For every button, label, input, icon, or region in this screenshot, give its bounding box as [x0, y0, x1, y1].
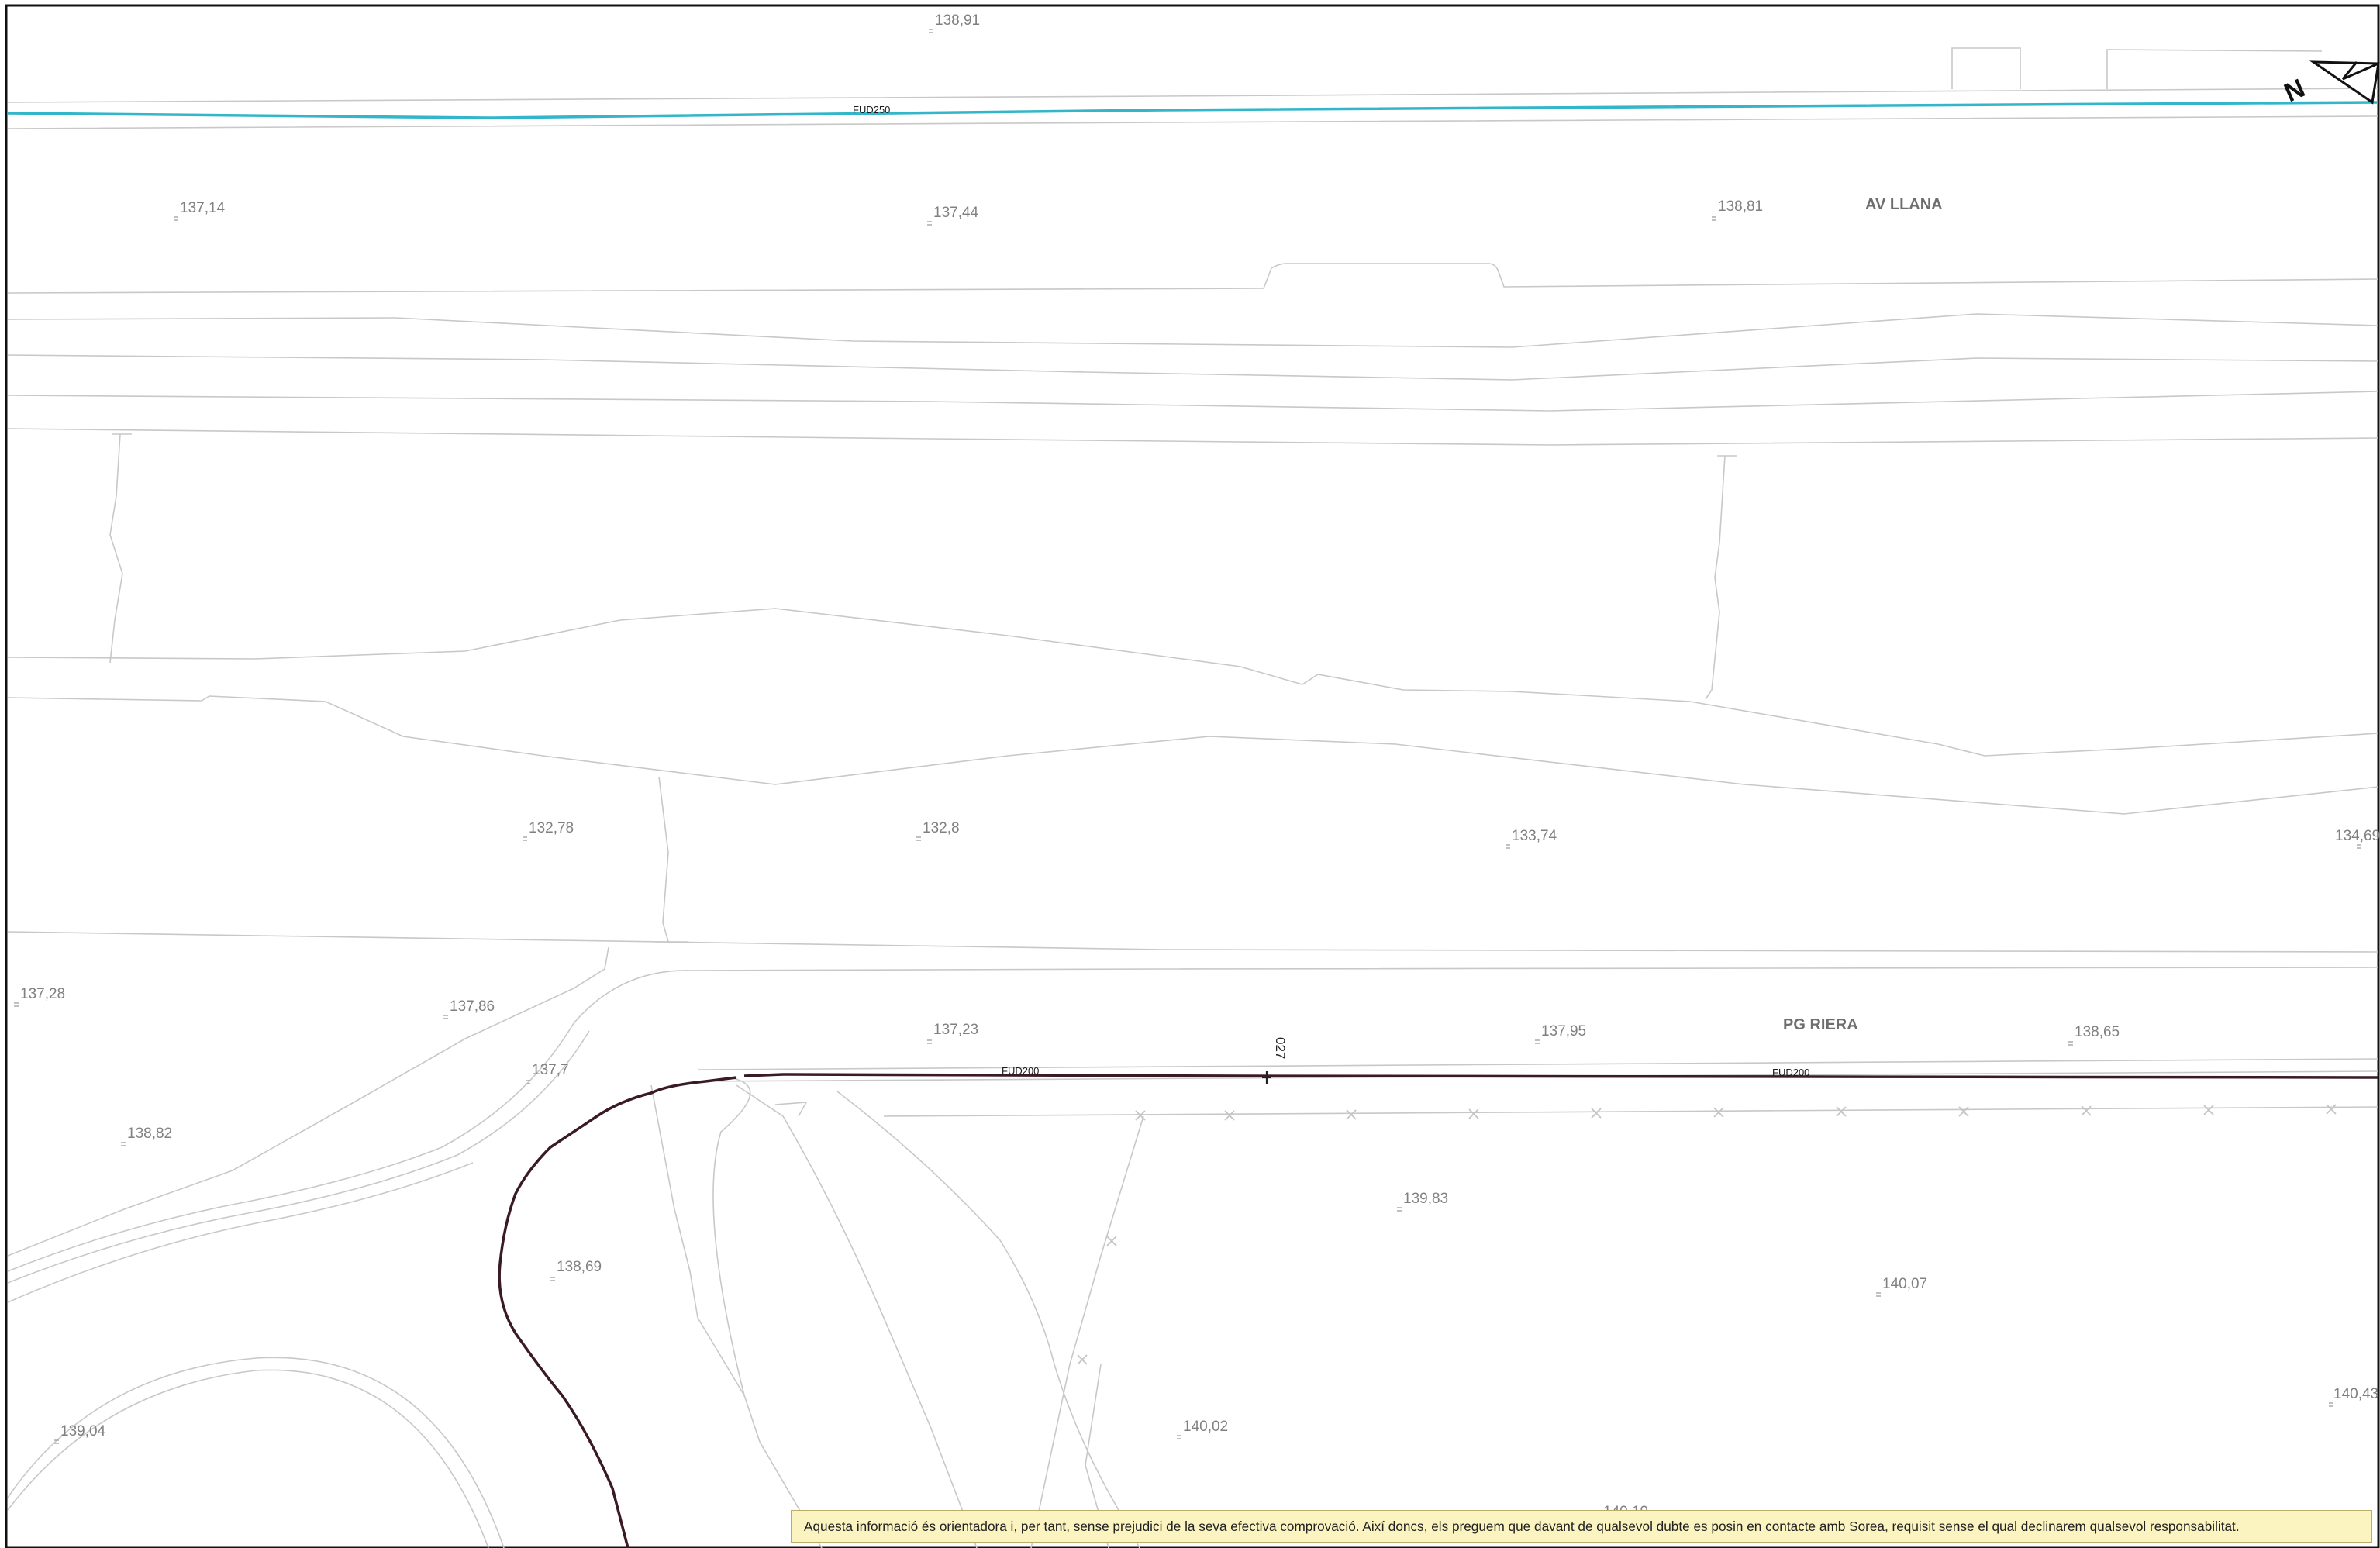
- spot-height: 137,86: [450, 998, 495, 1015]
- road-edge: [7, 1162, 474, 1303]
- street-name-pg-riera: PG RIERA: [1783, 1016, 1858, 1033]
- path-edge: [836, 1091, 1140, 1548]
- spot-height: 140,02: [1183, 1419, 1228, 1435]
- road-edge: [689, 967, 2379, 971]
- fence-crosses: [1077, 1104, 2337, 1365]
- road-edge: [7, 428, 2379, 446]
- spot-markers: [14, 29, 2361, 1444]
- spot-height: 137,7: [532, 1062, 569, 1078]
- spot-height: 138,91: [935, 12, 980, 29]
- path-edge: [1705, 455, 1726, 700]
- road-edge: [7, 391, 2379, 412]
- spot-height: 138,81: [1718, 198, 1763, 215]
- roundabout-edge: [7, 1357, 505, 1548]
- valve-label: 027: [1273, 1037, 1288, 1059]
- building-outline: [1951, 47, 2021, 89]
- path-edge: [650, 1084, 745, 1396]
- spot-height: 137,23: [933, 1022, 978, 1038]
- river-edge: [7, 695, 2379, 815]
- road-edge: [697, 1058, 2379, 1070]
- valve-icon[interactable]: [1262, 1071, 1271, 1084]
- pipe-fud200-curve[interactable]: [498, 1076, 737, 1548]
- water-main-fud250[interactable]: [7, 101, 2379, 119]
- road-edge: [7, 313, 2379, 348]
- spot-height: 139,04: [60, 1423, 106, 1439]
- spot-height: 132,78: [529, 820, 574, 836]
- fence-line: [1030, 1115, 1144, 1548]
- map-svg[interactable]: 027 N 138,91 137,14 137,44 138,81 132,78…: [0, 0, 2380, 1548]
- road-edge: [7, 946, 609, 1257]
- spot-height: 140,07: [1882, 1276, 1927, 1292]
- pipe-label-fud200: FUD200: [1002, 1065, 1039, 1077]
- path-edge: [109, 433, 123, 664]
- spot-height: 137,44: [933, 205, 979, 221]
- spot-height: 138,65: [2075, 1024, 2120, 1040]
- spot-height: 138,82: [127, 1126, 172, 1142]
- spot-height: 140,43: [2333, 1386, 2378, 1402]
- disclaimer-notice: Aquesta informació és orientadora i, per…: [791, 1510, 2372, 1543]
- spot-height: 137,95: [1541, 1023, 1586, 1039]
- road-edge: [7, 931, 2379, 953]
- road-edge: [7, 88, 2379, 103]
- spot-height: 137,14: [180, 200, 226, 216]
- spot-height: 133,74: [1512, 828, 1557, 844]
- road-edge: [7, 115, 2379, 129]
- street-name-av-llana: AV LLANA: [1865, 196, 1943, 213]
- spot-height: 132,8: [923, 820, 960, 836]
- spot-height: 138,69: [557, 1259, 602, 1275]
- spot-height: 134,69: [2335, 828, 2380, 844]
- road-edge: [7, 263, 2379, 294]
- pipe-label-fud200: FUD200: [1772, 1067, 1809, 1078]
- roundabout-edge: [7, 1369, 489, 1548]
- pipe-fud200[interactable]: [743, 1073, 2379, 1079]
- pipe-label-fud250: FUD250: [853, 104, 890, 115]
- path-edge: [712, 1077, 823, 1548]
- map-canvas[interactable]: 027 N 138,91 137,14 137,44 138,81 132,78…: [0, 0, 2380, 1548]
- path-edge: [736, 1084, 978, 1548]
- road-edge: [7, 354, 2379, 381]
- river-edge: [7, 608, 2379, 757]
- fence-line: [883, 1106, 2379, 1117]
- path-edge: [658, 776, 669, 943]
- map-border: [5, 4, 2380, 1548]
- spot-height: 137,28: [20, 986, 65, 1002]
- spot-height: 139,83: [1403, 1191, 1448, 1207]
